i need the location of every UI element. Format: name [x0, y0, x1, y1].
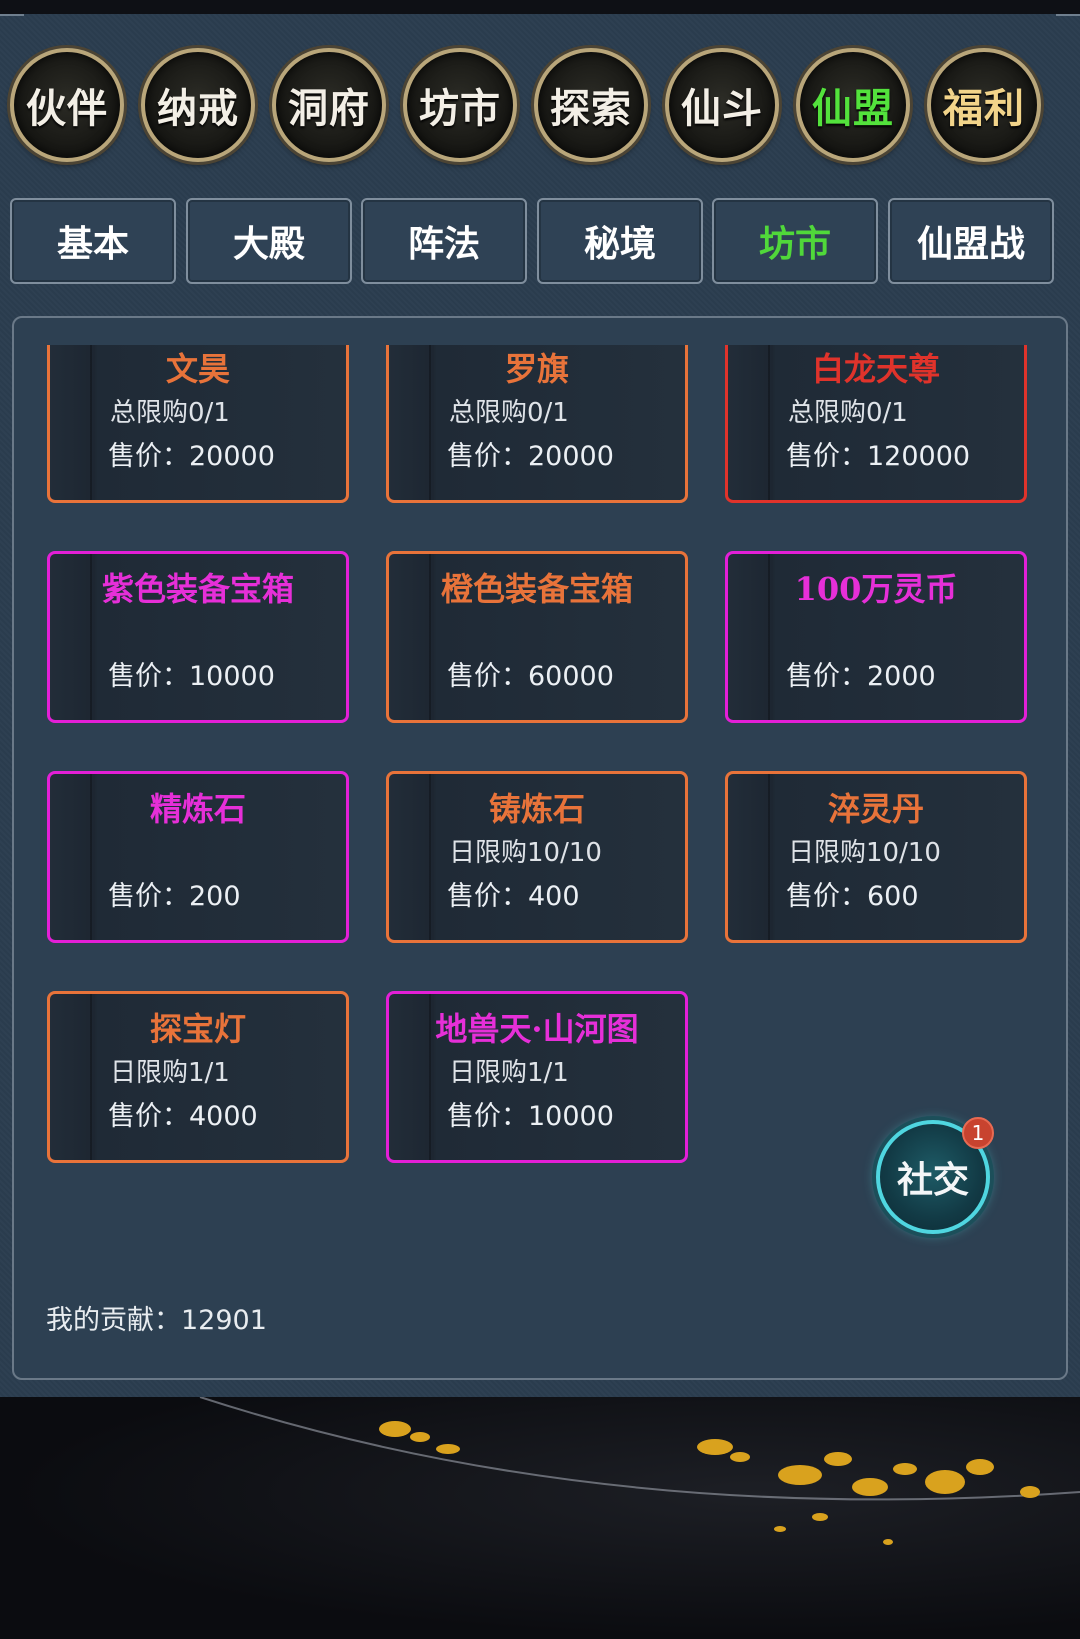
tab-secret-realm[interactable]: 秘境	[537, 198, 703, 284]
top-strip	[0, 0, 1080, 14]
item-name: 罗旗	[504, 350, 569, 388]
notification-badge: 1	[962, 1117, 994, 1149]
panel-corner-right	[1056, 14, 1080, 30]
shop-item-card[interactable]: 橙色装备宝箱 售价：60000	[386, 551, 688, 723]
shop-item-card[interactable]: 白龙天尊 总限购0/1 售价：120000	[725, 345, 1027, 503]
item-price: 售价：10000	[447, 1101, 614, 1132]
item-limit: 总限购0/1	[788, 398, 908, 428]
tab-formation[interactable]: 阵法	[361, 198, 527, 284]
nav-market-button[interactable]: 坊市	[403, 48, 517, 162]
item-name: 100万灵币	[794, 570, 958, 608]
item-price: 售价：600	[786, 881, 919, 912]
item-limit: 日限购1/1	[110, 1058, 230, 1088]
item-price: 售价：20000	[108, 441, 275, 472]
item-price: 售价：120000	[786, 441, 971, 472]
shop-item-card[interactable]: 文昊 总限购0/1 售价：20000	[47, 345, 349, 503]
panel-corner-left	[0, 14, 24, 30]
shop-item-card[interactable]: 罗旗 总限购0/1 售价：20000	[386, 345, 688, 503]
shop-grid[interactable]: 文昊 总限购0/1 售价：20000 罗旗 总限购0/1 售价：20000 白龙…	[12, 345, 1068, 1185]
item-name: 橙色装备宝箱	[440, 570, 633, 608]
item-price: 售价：200	[108, 881, 241, 912]
shop-item-card[interactable]: 100万灵币 售价：2000	[725, 551, 1027, 723]
item-limit: 日限购1/1	[449, 1058, 569, 1088]
item-limit: 日限购10/10	[788, 838, 941, 868]
nav-partner-button[interactable]: 伙伴	[10, 48, 124, 162]
nav-explore-button[interactable]: 探索	[534, 48, 648, 162]
gold-arc-decoration	[199, 1397, 1080, 1545]
tab-market[interactable]: 坊市	[712, 198, 878, 284]
nav-cave-button[interactable]: 洞府	[272, 48, 386, 162]
shop-item-card[interactable]: 探宝灯 日限购1/1 售价：4000	[47, 991, 349, 1163]
my-contribution: 我的贡献：12901	[46, 1305, 267, 1336]
tab-alliance-war[interactable]: 仙盟战	[888, 198, 1054, 284]
shop-item-card[interactable]: 紫色装备宝箱 售价：10000	[47, 551, 349, 723]
item-price: 售价：4000	[108, 1101, 258, 1132]
background-artwork	[0, 1397, 1080, 1639]
shop-item-card[interactable]: 淬灵丹 日限购10/10 售价：600	[725, 771, 1027, 943]
item-price: 售价：400	[447, 881, 580, 912]
item-price: 售价：20000	[447, 441, 614, 472]
nav-battle-button[interactable]: 仙斗	[665, 48, 779, 162]
item-name: 精炼石	[149, 790, 246, 828]
tab-hall[interactable]: 大殿	[186, 198, 352, 284]
shop-item-card[interactable]: 精炼石 售价：200	[47, 771, 349, 943]
item-name: 白龙天尊	[811, 350, 940, 388]
item-name: 紫色装备宝箱	[101, 570, 294, 608]
item-price: 售价：10000	[108, 661, 275, 692]
item-name: 文昊	[165, 350, 230, 388]
main-nav: 伙伴 纳戒 洞府 坊市 探索 仙斗 仙盟 福利	[8, 48, 1072, 168]
item-name: 淬灵丹	[827, 790, 924, 828]
shop-item-card[interactable]: 地兽天·山河图 日限购1/1 售价：10000	[386, 991, 688, 1163]
tab-basic[interactable]: 基本	[10, 198, 176, 284]
item-price: 售价：60000	[447, 661, 614, 692]
nav-alliance-button[interactable]: 仙盟	[796, 48, 910, 162]
item-name: 地兽天·山河图	[435, 1010, 639, 1048]
item-name: 探宝灯	[149, 1010, 246, 1048]
item-price: 售价：2000	[786, 661, 936, 692]
nav-ring-button[interactable]: 纳戒	[141, 48, 255, 162]
shop-item-card[interactable]: 铸炼石 日限购10/10 售价：400	[386, 771, 688, 943]
item-limit: 总限购0/1	[449, 398, 569, 428]
item-limit: 总限购0/1	[110, 398, 230, 428]
item-limit: 日限购10/10	[449, 838, 602, 868]
item-name: 铸炼石	[488, 790, 585, 828]
nav-welfare-button[interactable]: 福利	[927, 48, 1041, 162]
